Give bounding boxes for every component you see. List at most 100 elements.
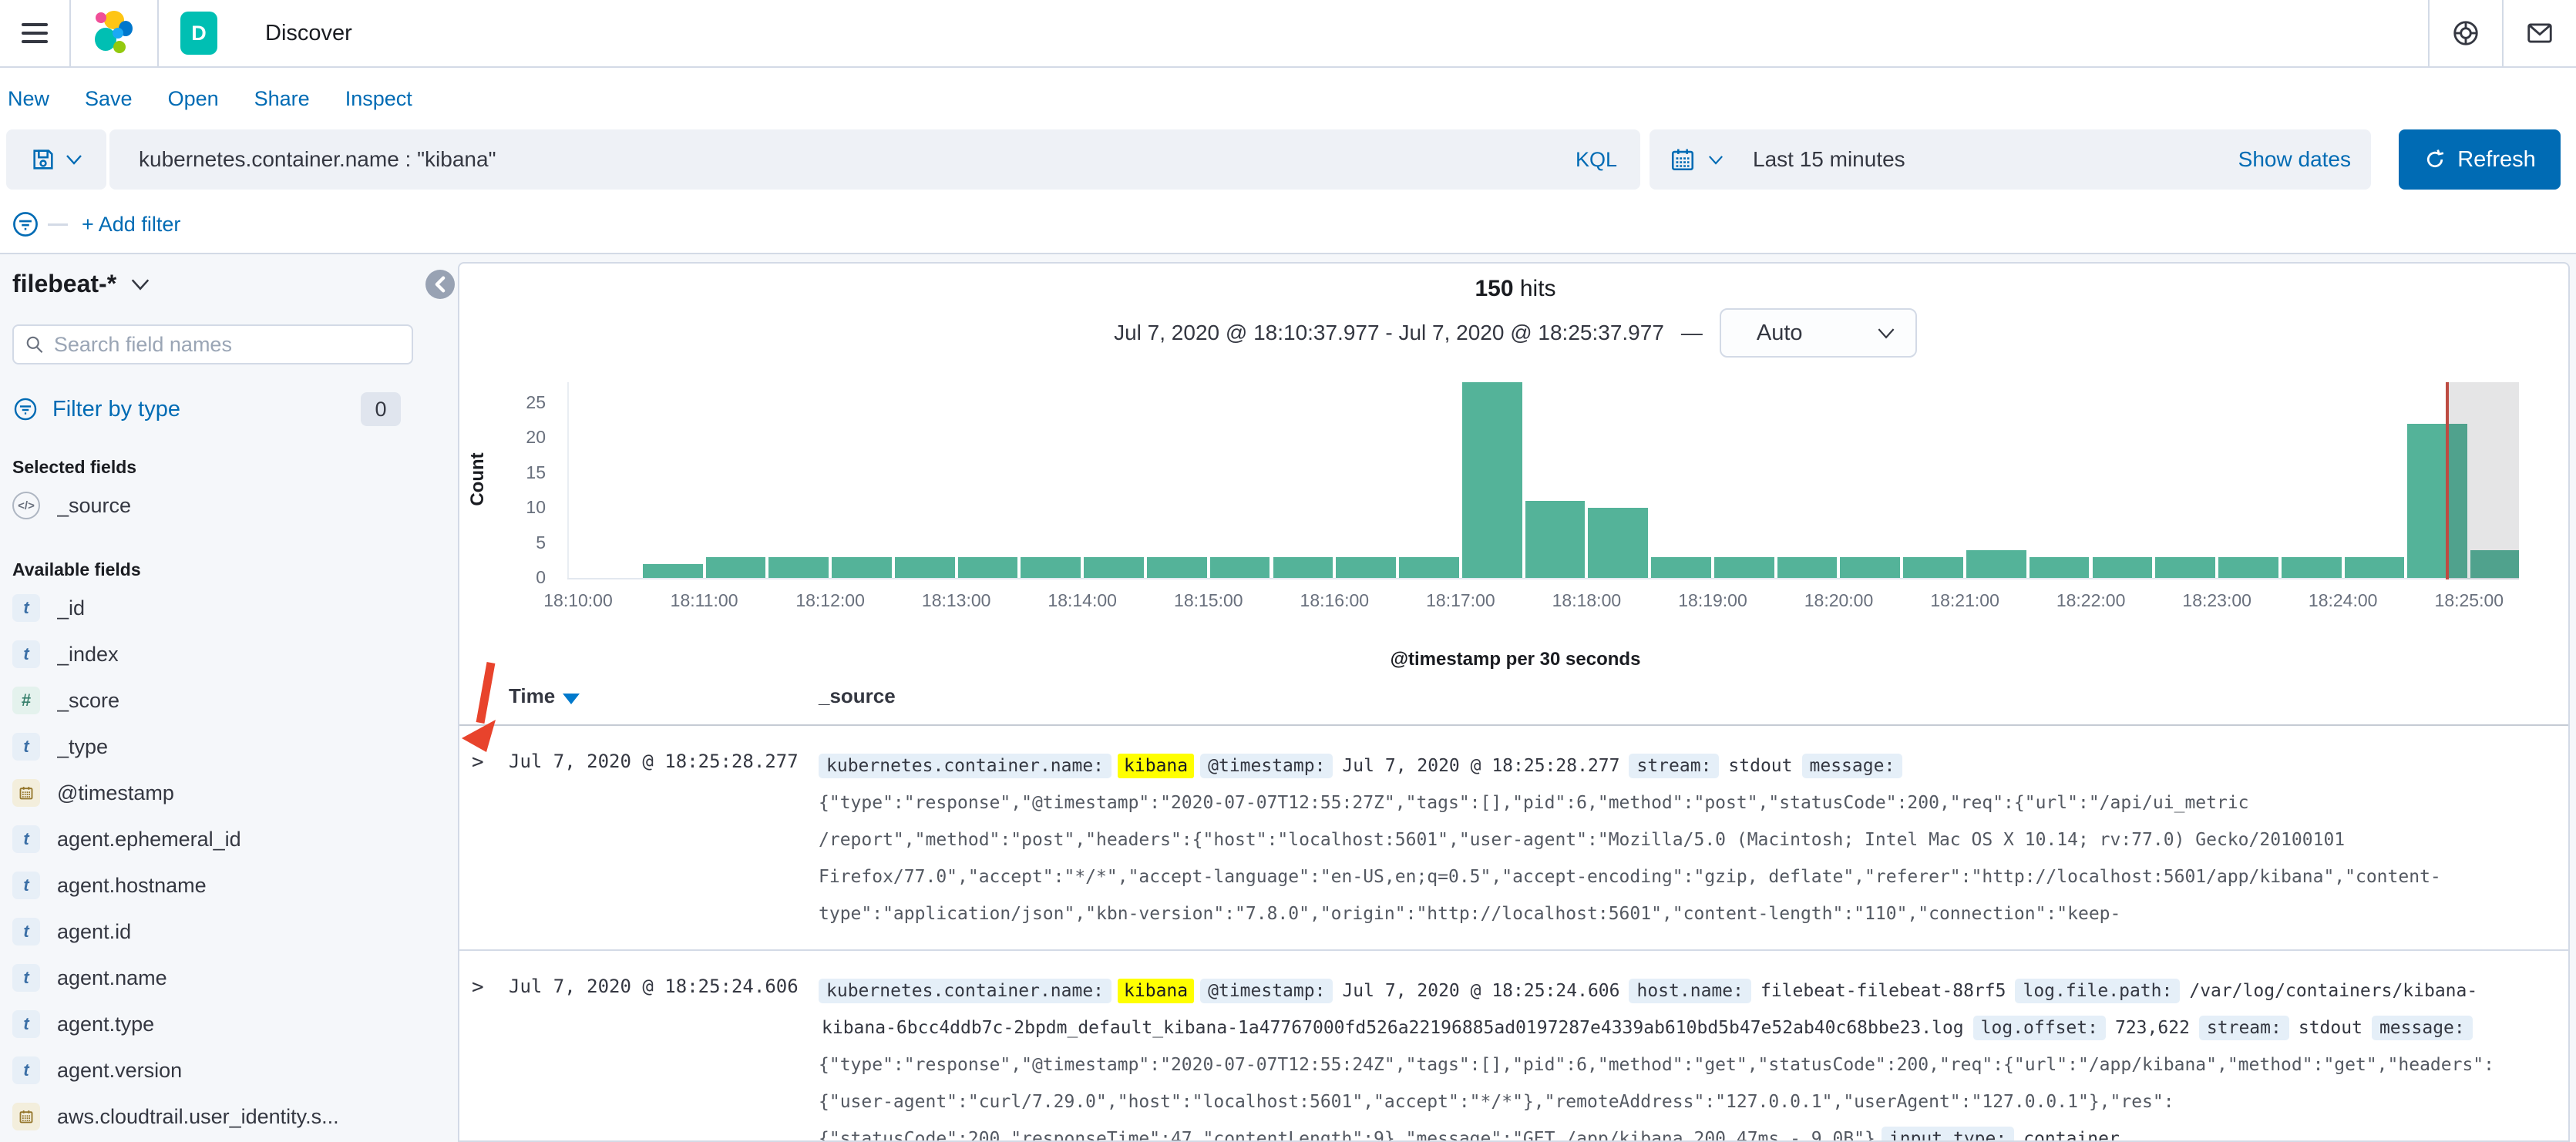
string-field-icon: t xyxy=(12,918,40,946)
field-value: stdout xyxy=(2298,1018,2362,1038)
json-text: type":"application/json","kbn-version":"… xyxy=(819,904,2121,924)
selected-fields-heading: Selected fields xyxy=(12,457,137,477)
string-field-icon: t xyxy=(12,964,40,992)
nav-inspect[interactable]: Inspect xyxy=(345,87,412,111)
show-dates-button[interactable]: Show dates xyxy=(2238,147,2351,172)
histogram-bar[interactable] xyxy=(832,557,892,578)
x-tick-label: 18:11:00 xyxy=(670,590,738,610)
histogram-bar[interactable] xyxy=(705,557,766,578)
refresh-icon xyxy=(2427,149,2444,168)
histogram-bar[interactable] xyxy=(1461,382,1522,578)
histogram-bar[interactable] xyxy=(1777,557,1838,578)
field-item-_score[interactable]: # _score xyxy=(12,677,421,724)
histogram-bar[interactable] xyxy=(957,557,1018,578)
field-item-agent.id[interactable]: t agent.id xyxy=(12,909,421,955)
histogram-bar[interactable] xyxy=(1209,557,1270,578)
chart-time-range: Jul 7, 2020 @ 18:10:37.977 - Jul 7, 2020… xyxy=(1114,321,1664,344)
field-search-input[interactable] xyxy=(53,332,401,357)
histogram-bar[interactable] xyxy=(1273,557,1333,578)
add-filter-button[interactable]: + Add filter xyxy=(82,213,180,237)
field-label: agent.id xyxy=(57,919,132,943)
y-tick-label: 15 xyxy=(526,462,546,482)
histogram-bar[interactable] xyxy=(2344,557,2405,578)
histogram-bar[interactable] xyxy=(1840,557,1901,578)
x-tick-label: 18:16:00 xyxy=(1300,590,1370,610)
field-item-@timestamp[interactable]: @timestamp xyxy=(12,770,421,816)
chart-y-axis-label: Count xyxy=(467,452,488,506)
refresh-button[interactable]: Refresh xyxy=(2399,129,2561,190)
histogram-bar[interactable] xyxy=(768,557,829,578)
histogram-bar[interactable] xyxy=(2155,557,2216,578)
field-label: agent.version xyxy=(57,1058,183,1082)
histogram-bar[interactable] xyxy=(1399,557,1459,578)
histogram-bar[interactable] xyxy=(1084,557,1144,578)
field-item-aws.cloudtrail.user_identity.s...[interactable]: aws.cloudtrail.user_identity.s... xyxy=(12,1093,421,1140)
field-name-chip: @timestamp: xyxy=(1200,754,1333,778)
highlighted-term: kibana xyxy=(1118,979,1195,1003)
field-item-agent.hostname[interactable]: t agent.hostname xyxy=(12,862,421,909)
date-picker[interactable]: Last 15 minutes Show dates xyxy=(1650,129,2371,190)
expand-row-button[interactable]: > xyxy=(472,751,484,774)
field-value: /var/log/containers/kibana- xyxy=(2189,981,2478,1001)
field-name-chip: host.name: xyxy=(1629,979,1751,1003)
x-tick-label: 18:23:00 xyxy=(2182,590,2251,610)
query-language-button[interactable]: KQL xyxy=(1576,148,1640,172)
field-label: agent.ephemeral_id xyxy=(57,827,241,851)
field-item-_source[interactable]: </> _source xyxy=(12,482,421,529)
newsfeed-button[interactable] xyxy=(2504,0,2576,66)
histogram-bar[interactable] xyxy=(1021,557,1081,578)
help-button[interactable] xyxy=(2430,0,2502,66)
doc-table-body: > Jul 7, 2020 @ 18:25:28.277 kubernetes.co… xyxy=(459,726,2568,1140)
field-item-_index[interactable]: t _index xyxy=(12,631,421,677)
nav-save[interactable]: Save xyxy=(85,87,133,111)
query-bar: kubernetes.container.name : "kibana" KQL… xyxy=(0,129,2576,191)
field-item-_type[interactable]: t _type xyxy=(12,724,421,770)
histogram-bar[interactable] xyxy=(2092,557,2153,578)
histogram-bar[interactable] xyxy=(1525,501,1586,578)
divider xyxy=(48,223,68,226)
histogram-bar[interactable] xyxy=(2218,557,2278,578)
histogram-bar[interactable] xyxy=(1588,508,1649,578)
histogram-bar[interactable] xyxy=(2281,557,2342,578)
histogram-bar[interactable] xyxy=(1336,557,1396,578)
field-item-_id[interactable]: t _id xyxy=(12,585,421,631)
field-search-box[interactable] xyxy=(12,324,413,364)
collapse-sidebar-button[interactable] xyxy=(425,270,455,299)
histogram-bar[interactable] xyxy=(1966,550,2026,578)
histogram-bar[interactable] xyxy=(894,557,955,578)
time-column-header[interactable]: Time xyxy=(509,684,580,708)
filter-menu-button[interactable] xyxy=(11,210,40,239)
available-fields-heading: Available fields xyxy=(12,559,141,579)
interval-select[interactable]: Auto xyxy=(1719,308,1917,358)
y-tick-label: 10 xyxy=(526,497,546,518)
histogram-bar[interactable] xyxy=(1146,557,1207,578)
field-item-agent.name[interactable]: t agent.name xyxy=(12,955,421,1001)
histogram-bar[interactable] xyxy=(1651,557,1711,578)
histogram-bar[interactable] xyxy=(1903,557,1963,578)
field-item-agent.version[interactable]: t agent.version xyxy=(12,1047,421,1093)
expand-row-button[interactable]: > xyxy=(472,976,484,999)
string-field-icon: t xyxy=(12,733,40,761)
field-item-agent.type[interactable]: t agent.type xyxy=(12,1001,421,1047)
elastic-logo[interactable] xyxy=(71,10,157,56)
nav-share[interactable]: Share xyxy=(254,87,310,111)
hamburger-icon xyxy=(22,23,48,43)
nav-new[interactable]: New xyxy=(8,87,49,111)
discover-app-badge[interactable]: D xyxy=(159,12,239,55)
date-field-icon xyxy=(12,1103,40,1130)
x-tick-label: 18:15:00 xyxy=(1174,590,1243,610)
query-input[interactable]: kubernetes.container.name : "kibana" KQL xyxy=(109,129,1640,190)
main-menu-button[interactable] xyxy=(0,23,69,43)
field-item-agent.ephemeral_id[interactable]: t agent.ephemeral_id xyxy=(12,816,421,862)
x-tick-label: 18:20:00 xyxy=(1804,590,1874,610)
histogram-bar[interactable] xyxy=(1713,557,1774,578)
histogram-bar[interactable] xyxy=(2029,557,2090,578)
filter-by-type-button[interactable]: Filter by type xyxy=(52,397,180,422)
date-field-icon xyxy=(12,779,40,807)
saved-query-menu-button[interactable] xyxy=(6,129,106,190)
histogram-bar[interactable] xyxy=(642,564,703,578)
time-range-value[interactable]: Last 15 minutes xyxy=(1753,147,1905,172)
nav-open[interactable]: Open xyxy=(168,87,219,111)
highlighted-term: kibana xyxy=(1118,754,1195,778)
index-pattern-switcher[interactable]: filebeat-* xyxy=(12,270,421,298)
